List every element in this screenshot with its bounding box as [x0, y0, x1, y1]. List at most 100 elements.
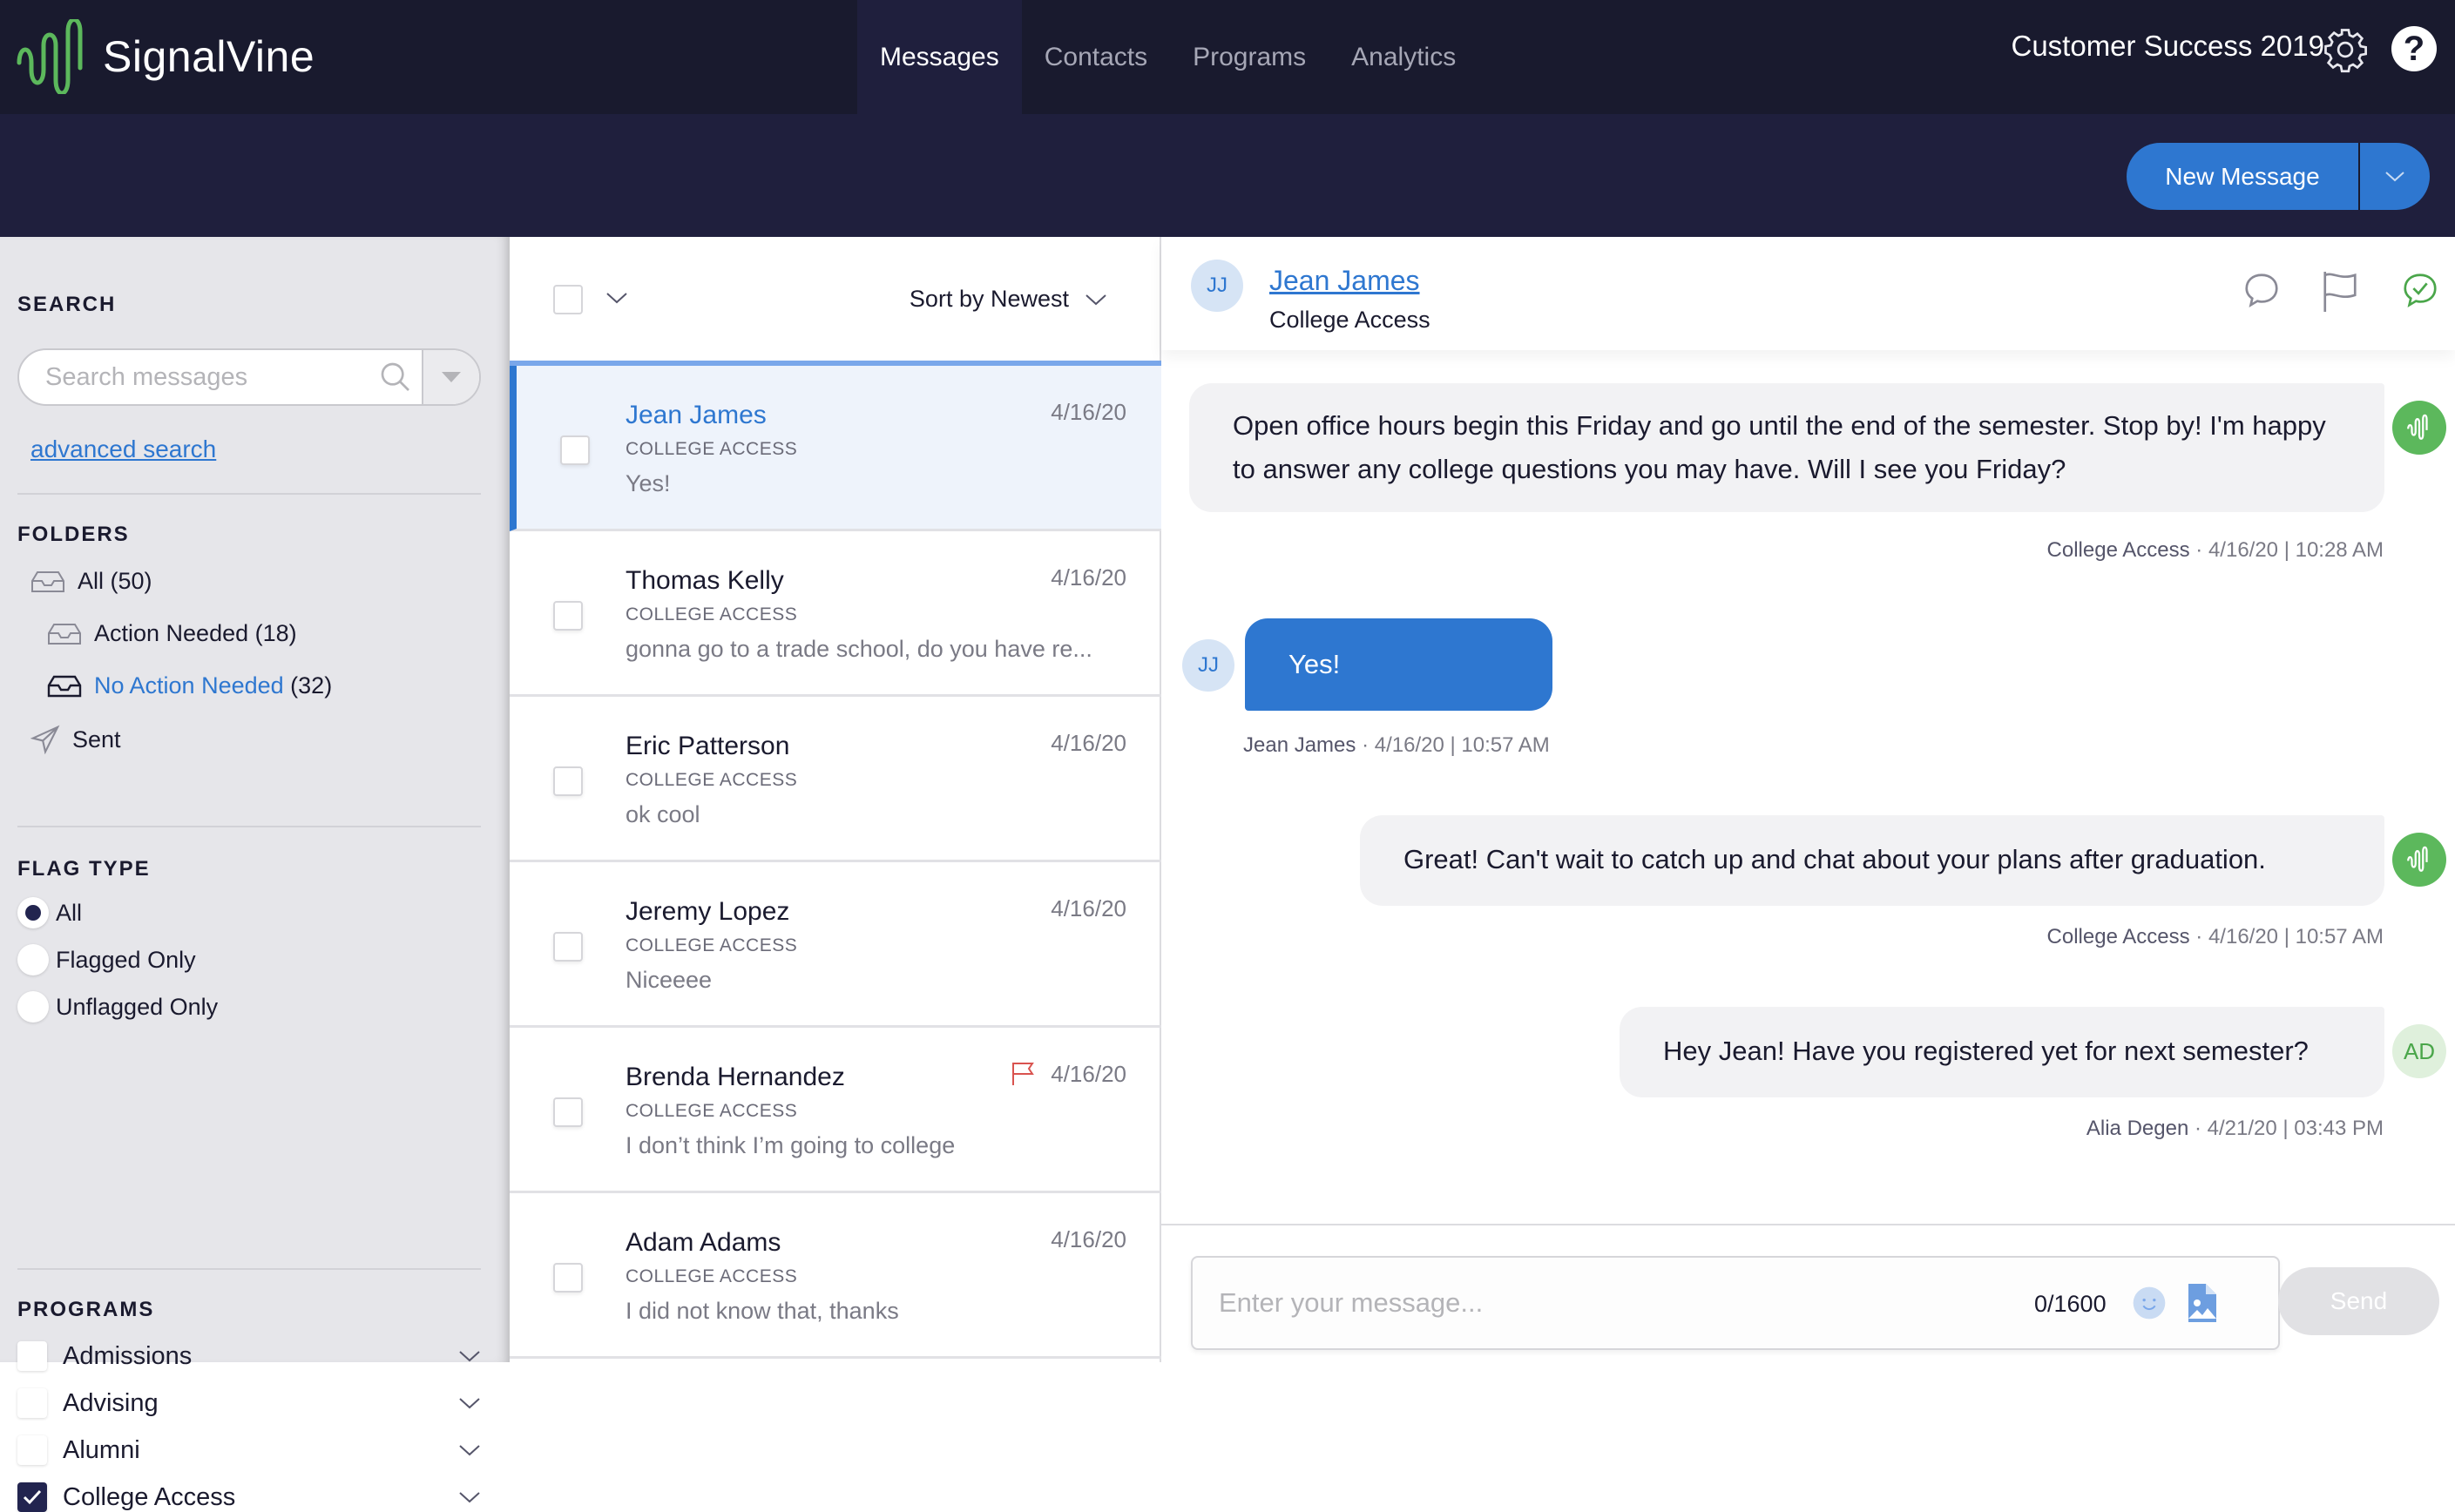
folder-label: Sent: [72, 726, 121, 753]
signalvine-avatar-icon: [2392, 833, 2446, 887]
tab-contacts[interactable]: Contacts: [1022, 0, 1170, 114]
folder-sent[interactable]: Sent: [30, 725, 121, 754]
chevron-down-icon[interactable]: [458, 1349, 481, 1363]
flag-unflagged-only-radio[interactable]: Unflagged Only: [17, 991, 218, 1023]
contact-name: Thomas Kelly: [626, 566, 784, 595]
sort-dropdown[interactable]: Sort by Newest: [910, 286, 1107, 313]
program-checkbox[interactable]: [17, 1341, 47, 1371]
advanced-search-link[interactable]: advanced search: [30, 435, 216, 463]
send-button[interactable]: Send: [2278, 1267, 2439, 1335]
image-attach-icon[interactable]: [2188, 1284, 2216, 1322]
radio-button[interactable]: [17, 944, 49, 975]
folder-no-action-needed[interactable]: No Action Needed (32): [47, 672, 332, 699]
resolve-check-icon[interactable]: [2400, 270, 2440, 310]
tab-messages[interactable]: Messages: [857, 0, 1022, 114]
program-checkbox[interactable]: [17, 1388, 47, 1418]
program-checkbox[interactable]: [17, 1435, 47, 1465]
message-timestamp: 4/21/20 | 03:43 PM: [2207, 1117, 2384, 1140]
flag-flagged-only-radio[interactable]: Flagged Only: [17, 944, 196, 975]
tab-analytics[interactable]: Analytics: [1329, 0, 1478, 114]
chevron-down-icon[interactable]: [605, 291, 628, 305]
org-name[interactable]: Customer Success 2019: [2011, 30, 2324, 63]
chevron-down-icon[interactable]: [458, 1443, 481, 1457]
folder-all[interactable]: All (50): [30, 568, 152, 595]
contact-avatar: JJ: [1191, 260, 1243, 312]
contact-name: Jeremy Lopez: [626, 897, 790, 926]
radio-label: All: [56, 899, 83, 926]
message-date: 4/16/20: [1051, 564, 1126, 591]
folder-count: (32): [290, 672, 333, 699]
new-message-dropdown[interactable]: [2360, 143, 2430, 210]
search-dropdown[interactable]: [422, 350, 479, 404]
list-item[interactable]: Brenda Hernandez COLLEGE ACCESS I don’t …: [510, 1028, 1161, 1193]
logo[interactable]: SignalVine: [16, 19, 314, 94]
program-advising[interactable]: Advising: [17, 1388, 481, 1418]
folder-count: (50): [110, 568, 152, 594]
row-checkbox[interactable]: [553, 601, 583, 631]
list-item[interactable]: Jean James COLLEGE ACCESS Yes! 4/16/20: [510, 366, 1161, 531]
message-timestamp: 4/16/20 | 10:57 AM: [1374, 733, 1550, 757]
program-name: COLLEGE ACCESS: [626, 604, 798, 624]
row-checkbox[interactable]: [560, 435, 590, 465]
sort-label: Sort by Newest: [909, 286, 1069, 312]
message-sender: College Access: [2046, 925, 2190, 948]
conversation-panel: JJ Jean James College Access Open office…: [1161, 237, 2455, 1362]
chevron-down-icon: [1085, 294, 1106, 305]
row-checkbox[interactable]: [553, 766, 583, 796]
emoji-icon[interactable]: [2132, 1286, 2167, 1320]
main-nav: Messages Contacts Programs Analytics: [857, 0, 1478, 114]
message-date: 4/16/20: [1051, 399, 1126, 425]
program-admissions[interactable]: Admissions: [17, 1341, 481, 1371]
contact-avatar: JJ: [1182, 639, 1234, 692]
folder-action-needed[interactable]: Action Needed (18): [47, 620, 297, 647]
radio-label: Unflagged Only: [56, 993, 219, 1020]
list-item[interactable]: Jeremy Lopez COLLEGE ACCESS Niceeee 4/16…: [510, 862, 1161, 1028]
list-item[interactable]: Adam Adams COLLEGE ACCESS I did not know…: [510, 1193, 1161, 1359]
message-composer[interactable]: Enter your message... 0/1600: [1191, 1256, 2280, 1350]
help-icon[interactable]: ?: [2391, 26, 2437, 71]
flag-icon[interactable]: [2320, 270, 2360, 314]
message-preview: I don’t think I’m going to college: [626, 1132, 956, 1158]
divider: [17, 493, 481, 495]
caret-down-icon: [442, 372, 461, 382]
message-sender: College Access: [2046, 538, 2190, 562]
program-name: COLLEGE ACCESS: [626, 1266, 798, 1286]
message-input[interactable]: Enter your message...: [1219, 1287, 1483, 1319]
contact-name: Jean James: [626, 401, 767, 429]
contact-name: Eric Patterson: [626, 732, 790, 760]
message-meta: Jean James · 4/16/20 | 10:57 AM: [1243, 733, 1550, 757]
row-checkbox[interactable]: [553, 1263, 583, 1293]
row-checkbox[interactable]: [553, 1097, 583, 1127]
program-checkbox[interactable]: [17, 1482, 47, 1512]
filter-sidebar: SEARCH Search messages advanced search F…: [0, 237, 510, 1512]
search-input[interactable]: Search messages: [19, 350, 369, 404]
select-all-checkbox[interactable]: [553, 285, 583, 314]
comment-icon[interactable]: [2242, 270, 2282, 310]
contact-name: Brenda Hernandez: [626, 1063, 845, 1091]
message-timestamp: 4/16/20 | 10:28 AM: [2208, 538, 2384, 562]
search-icon[interactable]: [369, 350, 422, 404]
program-college-access[interactable]: College Access: [17, 1482, 481, 1512]
contact-name-link[interactable]: Jean James: [1269, 265, 1420, 297]
folder-label: All: [78, 568, 105, 594]
flag-all-radio[interactable]: All: [17, 897, 82, 928]
new-message-button[interactable]: New Message: [2127, 143, 2358, 210]
contact-program: College Access: [1269, 307, 1430, 333]
char-counter: 0/1600: [2034, 1291, 2107, 1317]
message-date: 4/16/20: [1051, 895, 1126, 921]
tab-programs[interactable]: Programs: [1170, 0, 1329, 114]
message-date: 4/16/20: [1051, 1226, 1126, 1252]
program-alumni[interactable]: Alumni: [17, 1435, 481, 1465]
list-item[interactable]: Thomas Kelly COLLEGE ACCESS gonna go to …: [510, 531, 1161, 697]
chevron-down-icon[interactable]: [458, 1396, 481, 1410]
radio-button[interactable]: [17, 991, 49, 1023]
gear-icon[interactable]: [2322, 26, 2369, 73]
folder-count: (18): [254, 620, 297, 646]
list-item[interactable]: Eric Patterson COLLEGE ACCESS ok cool 4/…: [510, 697, 1161, 862]
search-box: Search messages: [17, 348, 481, 406]
program-label: Alumni: [63, 1435, 140, 1464]
row-checkbox[interactable]: [553, 932, 583, 962]
chevron-down-icon[interactable]: [458, 1490, 481, 1504]
message-preview: Yes!: [626, 470, 671, 496]
radio-button[interactable]: [17, 897, 49, 928]
